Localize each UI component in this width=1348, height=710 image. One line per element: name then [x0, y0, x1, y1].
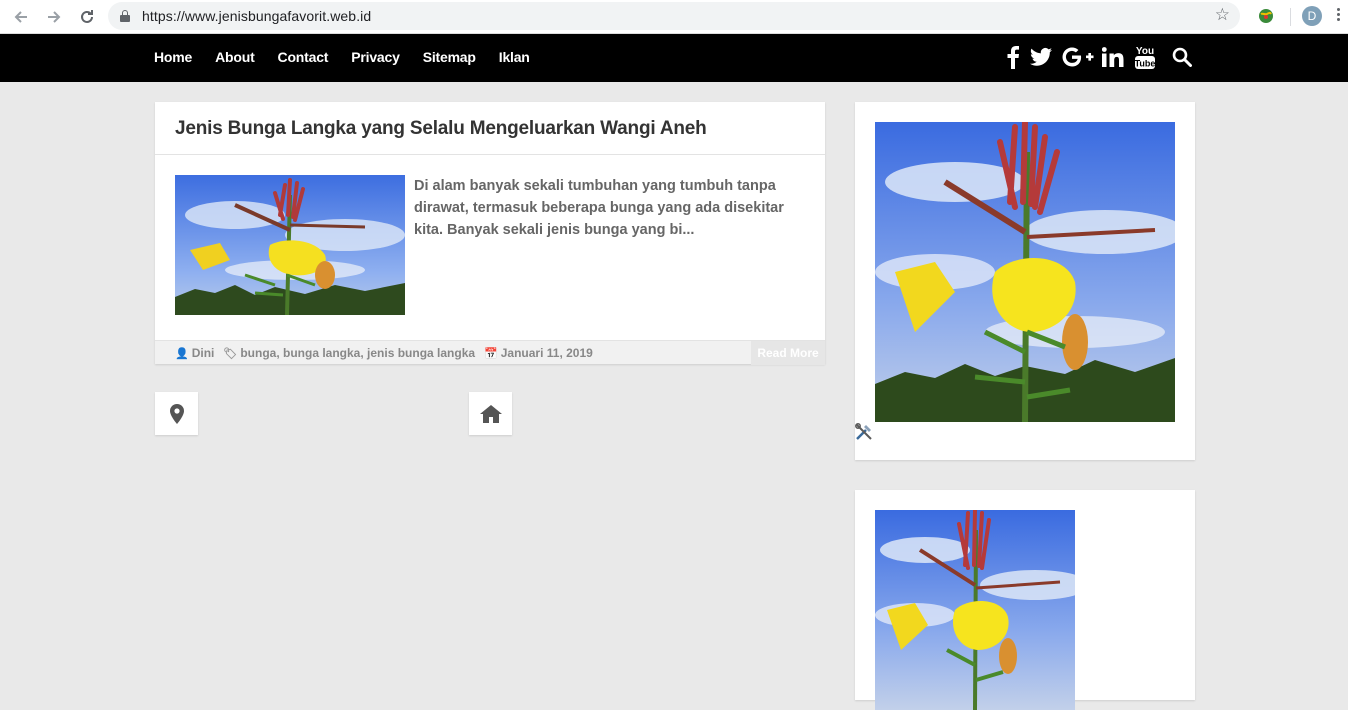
toolbar-divider	[1290, 8, 1291, 26]
read-more-button[interactable]: Read More	[751, 341, 825, 365]
post-thumbnail[interactable]	[175, 175, 405, 315]
menu-privacy[interactable]: Privacy	[351, 49, 400, 65]
calendar-icon: 📅	[484, 346, 498, 360]
facebook-icon[interactable]	[1006, 45, 1020, 69]
map-marker-button[interactable]	[155, 392, 198, 435]
browser-toolbar: https://www.jenisbungafavorit.web.id ☆ D	[0, 0, 1348, 34]
reload-icon[interactable]	[75, 5, 99, 29]
star-icon[interactable]: ☆	[1215, 5, 1230, 25]
post-card: Jenis Bunga Langka yang Selalu Mengeluar…	[155, 102, 825, 365]
profile-avatar[interactable]: D	[1302, 6, 1322, 26]
search-icon[interactable]	[1172, 47, 1192, 67]
svg-text:You: You	[1136, 46, 1154, 57]
sidebar-widget-image-small	[855, 490, 1195, 710]
home-icon	[479, 404, 502, 423]
date-text: Januari 11, 2019	[500, 346, 593, 360]
sidebar-flower-image-small[interactable]	[875, 510, 1075, 710]
tools-icon	[854, 422, 874, 442]
profile-initial: D	[1307, 9, 1317, 23]
svg-text:Tube: Tube	[1135, 59, 1156, 69]
menu-dots-icon[interactable]	[1336, 6, 1342, 28]
map-marker-icon	[169, 403, 184, 424]
social-links: You Tube	[1006, 44, 1192, 70]
youtube-icon[interactable]: You Tube	[1134, 44, 1156, 70]
twitter-icon[interactable]	[1030, 47, 1052, 67]
tags-text[interactable]: bunga, bunga langka, jenis bunga langka	[240, 346, 475, 360]
site-navbar: Home About Contact Privacy Sitemap Iklan…	[0, 34, 1348, 82]
post-date: 📅 Januari 11, 2019	[484, 346, 593, 360]
post-tags[interactable]: 🏷 bunga, bunga langka, jenis bunga langka	[223, 346, 475, 360]
back-arrow-icon[interactable]	[9, 5, 33, 29]
menu-iklan[interactable]: Iklan	[499, 49, 530, 65]
author-name[interactable]: Dini	[192, 346, 215, 360]
post-title[interactable]: Jenis Bunga Langka yang Selalu Mengeluar…	[175, 118, 707, 140]
tags-icon: 🏷	[223, 346, 238, 360]
linkedin-icon[interactable]	[1102, 47, 1124, 67]
google-plus-icon[interactable]	[1062, 47, 1094, 67]
main-menu: Home About Contact Privacy Sitemap Iklan	[154, 49, 553, 65]
address-bar[interactable]: https://www.jenisbungafavorit.web.id ☆	[108, 2, 1240, 30]
sidebar-widget-image-large	[855, 102, 1195, 460]
lock-icon	[120, 10, 130, 22]
post-excerpt: Di alam banyak sekali tumbuhan yang tumb…	[414, 178, 784, 238]
menu-sitemap[interactable]: Sitemap	[423, 49, 476, 65]
url-text[interactable]: https://www.jenisbungafavorit.web.id	[142, 8, 371, 24]
post-author[interactable]: 👤 Dini	[175, 346, 214, 360]
menu-contact[interactable]: Contact	[278, 49, 329, 65]
menu-home[interactable]: Home	[154, 49, 192, 65]
extension-icon[interactable]	[1257, 7, 1275, 25]
home-button[interactable]	[469, 392, 512, 435]
forward-arrow-icon[interactable]	[42, 5, 66, 29]
post-meta-bar: 👤 Dini 🏷 bunga, bunga langka, jenis bunga …	[155, 340, 825, 365]
menu-about[interactable]: About	[215, 49, 255, 65]
user-icon: 👤	[175, 346, 189, 360]
sidebar-flower-image-large[interactable]	[875, 122, 1175, 422]
post-divider	[155, 154, 825, 155]
